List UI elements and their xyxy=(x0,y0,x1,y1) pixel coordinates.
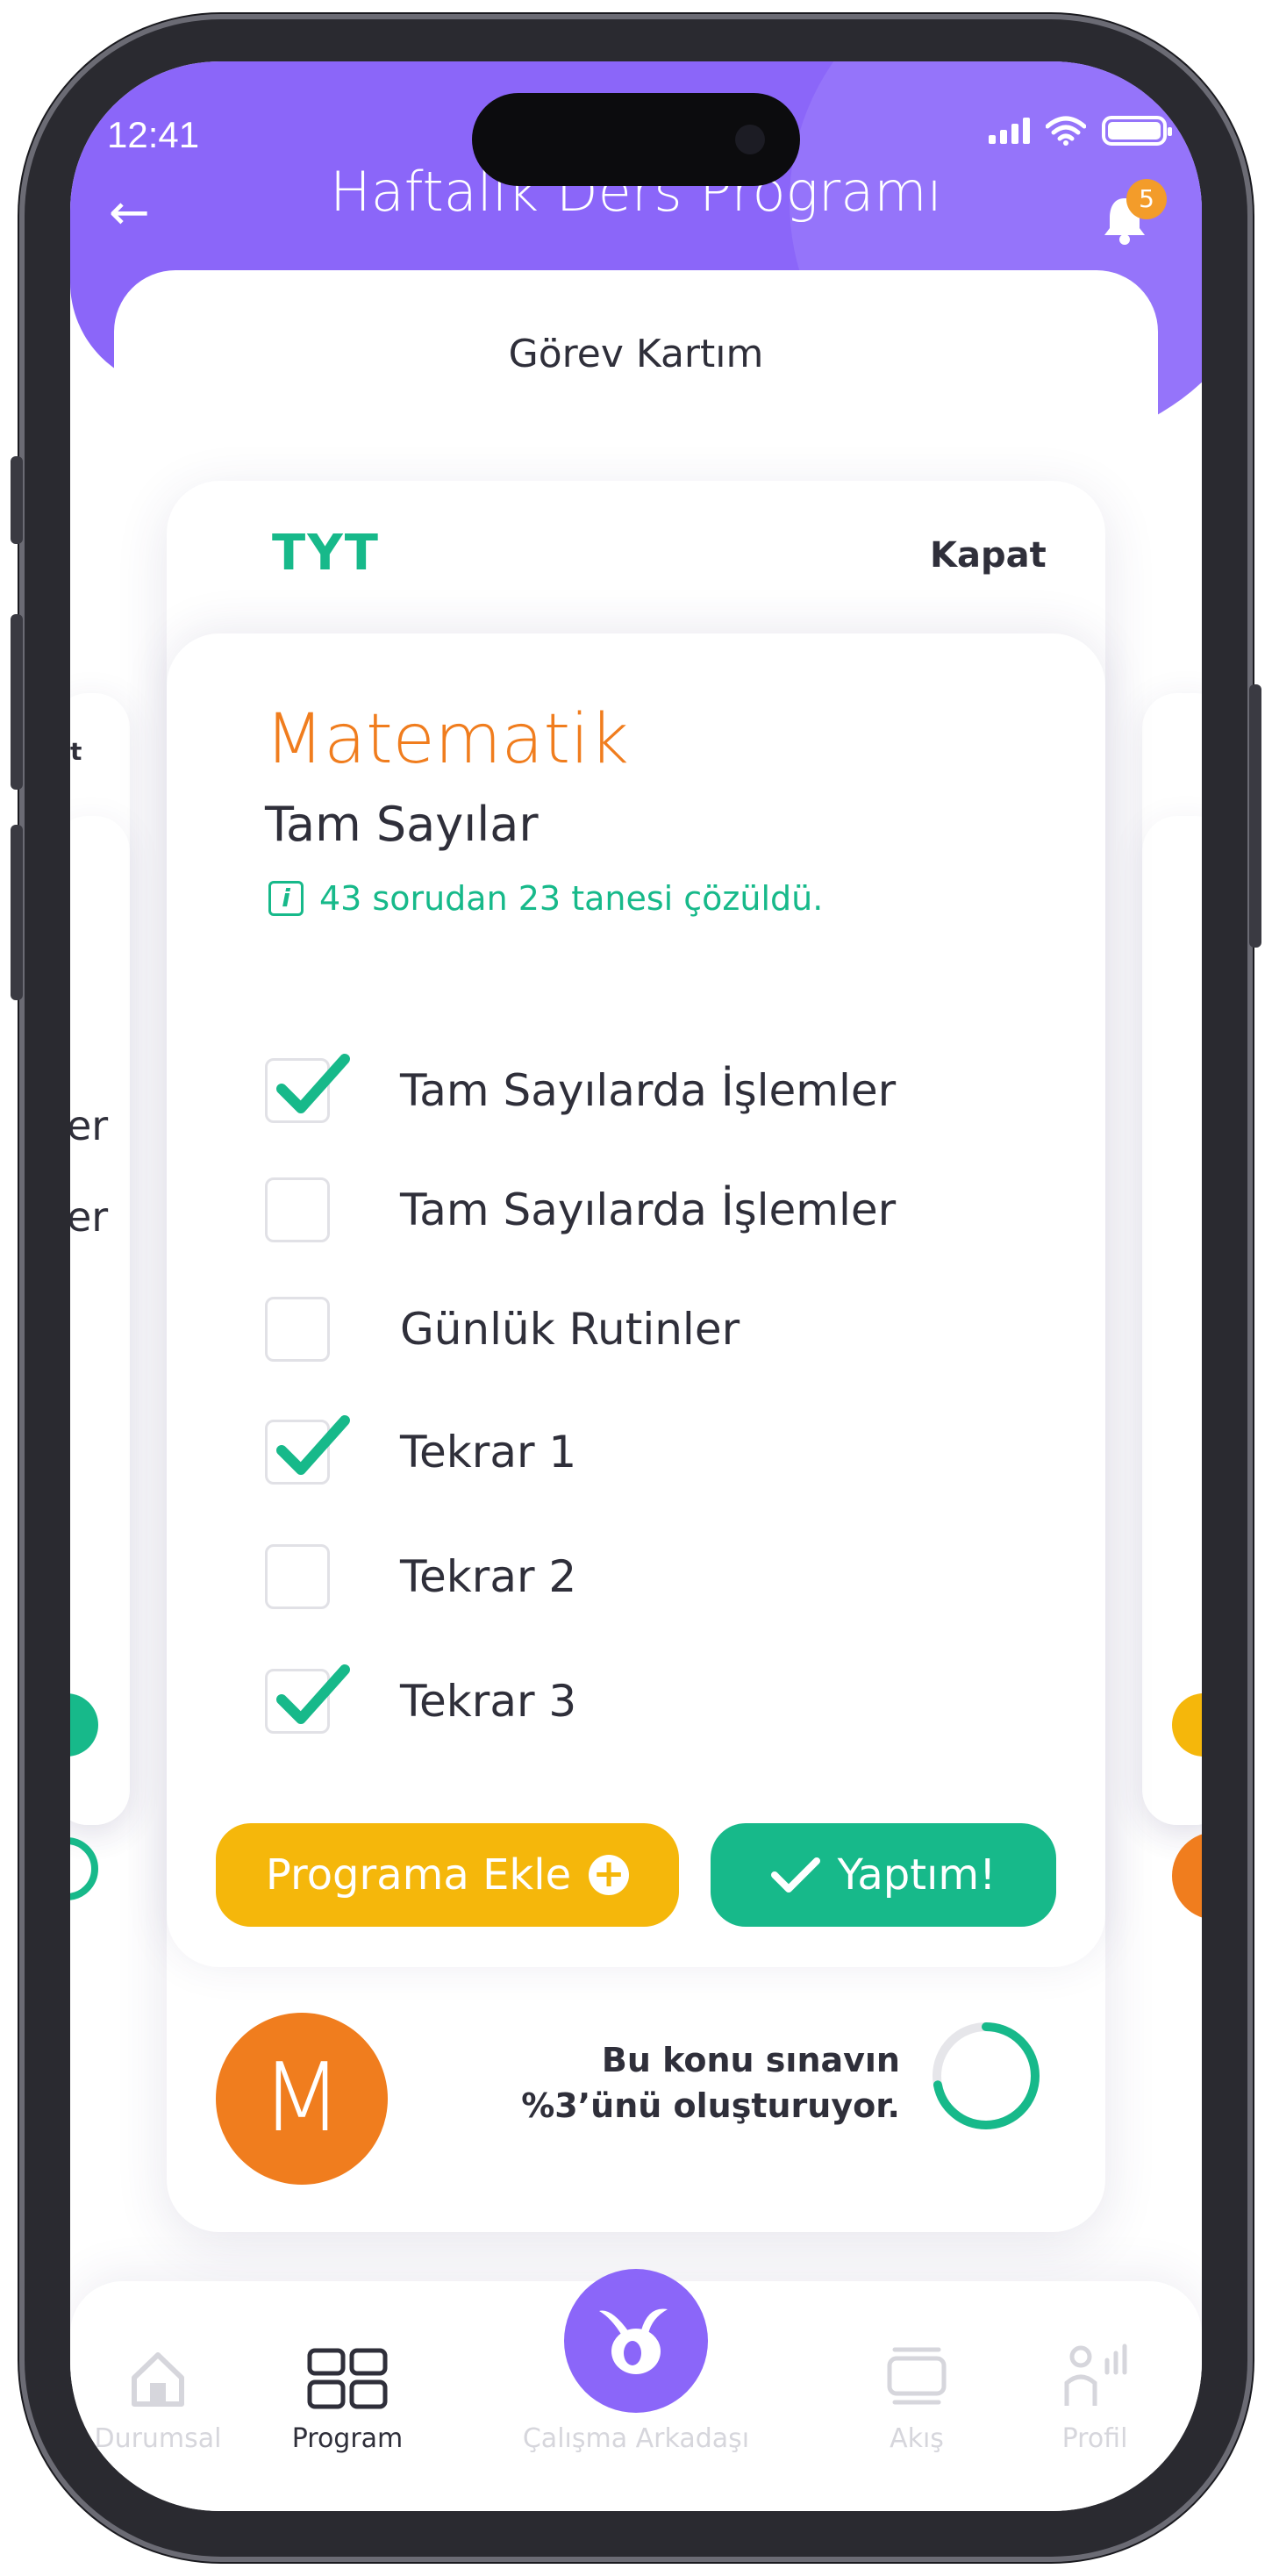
prev-card-text: t xyxy=(70,737,82,766)
done-label: Yaptım! xyxy=(837,1850,997,1900)
status-icons xyxy=(989,116,1172,146)
subject-title: Matematik xyxy=(265,700,629,779)
nav-label: Durumsal xyxy=(94,2423,222,2454)
mute-switch xyxy=(11,456,23,544)
close-button[interactable]: Kapat xyxy=(930,535,1047,576)
task-item[interactable]: Tekrar 2 xyxy=(265,1544,576,1609)
status-time: 12:41 xyxy=(107,114,200,155)
signal-icon xyxy=(989,118,1030,144)
progress-info: i 43 sorudan 23 tanesi çözüldü. xyxy=(268,879,823,918)
plus-icon: + xyxy=(589,1855,630,1895)
task-item[interactable]: Tam Sayılarda İşlemler xyxy=(265,1177,896,1242)
nav-item-program[interactable]: Program xyxy=(260,2330,435,2454)
task-checkbox[interactable] xyxy=(265,1177,330,1242)
exam-share-line: %3’ünü oluşturuyor. xyxy=(521,2086,900,2125)
nav-label: Akış xyxy=(890,2423,944,2454)
section-title: Görev Kartım xyxy=(508,332,764,376)
next-card-inner xyxy=(1142,816,1202,1825)
topic-title: Tam Sayılar xyxy=(265,797,539,852)
progress-info-text: 43 sorudan 23 tanesi çözüldü. xyxy=(319,879,824,918)
task-label: Tekrar 3 xyxy=(400,1676,577,1727)
rabbit-icon xyxy=(599,2308,668,2374)
task-checkbox[interactable] xyxy=(265,1297,330,1362)
task-checkbox[interactable] xyxy=(265,1415,350,1485)
notification-badge: 5 xyxy=(1126,179,1167,219)
battery-icon xyxy=(1102,116,1172,146)
nav-item-profil[interactable]: Profil xyxy=(1007,2330,1183,2454)
volume-down-button xyxy=(11,825,23,1000)
checkmark-icon xyxy=(276,1054,350,1113)
info-icon: i xyxy=(268,881,304,916)
task-item[interactable]: Günlük Rutinler xyxy=(265,1297,740,1362)
prev-card-inner xyxy=(70,816,130,1825)
exam-share-text: Bu konu sınavın %3’ünü oluşturuyor. xyxy=(521,2037,900,2129)
volume-up-button xyxy=(11,614,23,790)
task-label: Tekrar 1 xyxy=(400,1427,577,1478)
prev-card-text: er xyxy=(70,1193,109,1241)
task-label: Tekrar 2 xyxy=(400,1551,577,1602)
share-progress-ring xyxy=(933,2022,1040,2129)
task-label: Günlük Rutinler xyxy=(400,1304,740,1355)
check-icon xyxy=(770,1857,820,1893)
done-button[interactable]: Yaptım! xyxy=(711,1823,1056,1927)
nav-label: Profil xyxy=(1061,2423,1128,2454)
grid-icon xyxy=(307,2348,388,2409)
checkmark-icon xyxy=(276,1664,350,1724)
task-checkbox[interactable] xyxy=(265,1054,350,1123)
study-buddy-button[interactable] xyxy=(564,2269,708,2413)
prev-card-text: er xyxy=(70,1102,109,1149)
task-label: Tam Sayılarda İşlemler xyxy=(400,1184,897,1235)
nav-item-durumsal[interactable]: Durumsal xyxy=(70,2330,246,2454)
stack-icon xyxy=(887,2347,947,2405)
task-checkbox[interactable] xyxy=(265,1664,350,1734)
dynamic-island xyxy=(472,93,800,186)
subject-avatar: M xyxy=(216,2013,388,2185)
nav-label: Çalışma Arkadaşı xyxy=(522,2423,750,2454)
add-to-program-button[interactable]: Programa Ekle + xyxy=(216,1823,679,1927)
task-item[interactable]: Tekrar 1 xyxy=(265,1415,577,1485)
nav-item-akis[interactable]: Akış xyxy=(829,2330,1004,2454)
exam-share-line: Bu konu sınavın xyxy=(601,2041,900,2079)
prev-card-ring xyxy=(70,1837,98,1900)
wifi-icon xyxy=(1046,116,1086,146)
task-item[interactable]: Tam Sayılarda İşlemler xyxy=(265,1054,897,1123)
task-checkbox[interactable] xyxy=(265,1544,330,1609)
exam-label: TYT xyxy=(272,525,380,582)
phone-screen: 12:41 ← Haftalık Ders Programı 5 Görev K… xyxy=(70,61,1202,2511)
add-to-program-label: Programa Ekle xyxy=(265,1850,572,1900)
camera-icon xyxy=(735,125,765,154)
power-button xyxy=(1249,684,1261,948)
profile-icon xyxy=(1064,2343,1127,2406)
checkmark-icon xyxy=(276,1415,350,1475)
task-item[interactable]: Tekrar 3 xyxy=(265,1664,577,1734)
nav-label: Program xyxy=(291,2423,404,2454)
next-card-avatar xyxy=(1172,1832,1202,1920)
task-label: Tam Sayılarda İşlemler xyxy=(400,1065,897,1116)
home-icon xyxy=(132,2352,184,2407)
